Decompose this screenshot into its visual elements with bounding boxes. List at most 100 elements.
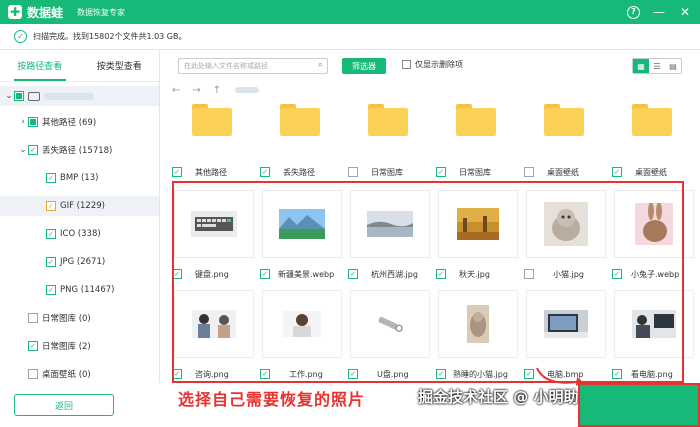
image-thumbnail xyxy=(350,190,430,258)
image-file-item[interactable]: ✓ 杭州西湖.jpg xyxy=(348,190,434,284)
image-thumbnail xyxy=(614,290,694,358)
tree-item-label: 其他路径 (69) xyxy=(42,118,97,128)
checkbox[interactable]: ✓ xyxy=(260,269,270,279)
checkbox[interactable]: ✓ xyxy=(46,201,56,211)
search-icon[interactable]: ⌕ xyxy=(318,60,323,70)
image-file-item[interactable]: ✓ U盘.png xyxy=(348,290,434,384)
image-file-item[interactable]: ✓ 新疆美景.webp xyxy=(260,190,346,284)
tree-item-bmp[interactable]: ✓ BMP (13) xyxy=(46,168,98,188)
checkbox[interactable]: ✓ xyxy=(260,167,270,177)
only-deleted-toggle[interactable]: 仅显示删除项 xyxy=(402,59,463,70)
tree-item-label: 桌面壁纸 (0) xyxy=(42,370,91,380)
search-input[interactable]: 在此处输入文件名称或路径 ⌕ xyxy=(178,58,328,74)
image-file-item[interactable]: ✓ 熟睡的小猫.jpg xyxy=(436,290,522,384)
sidebar: 按路径查看 按类型查看 ⌄ › 其他路径 (69) ⌄ ✓ 丢失路径 (1571… xyxy=(0,50,160,383)
checkbox[interactable]: ✓ xyxy=(260,369,270,379)
checkbox[interactable]: ✓ xyxy=(172,369,182,379)
sleeping-kitten-thumbnail xyxy=(467,305,489,343)
checkbox[interactable] xyxy=(402,60,411,69)
checkbox[interactable] xyxy=(524,167,534,177)
sidebar-bottom: 返回 xyxy=(0,383,160,427)
image-file-item[interactable]: ✓ 键盘.png xyxy=(172,190,258,284)
detail-view-icon[interactable]: ▤ xyxy=(665,59,681,73)
folder-item[interactable]: 日常图库 xyxy=(348,100,434,180)
image-thumbnail xyxy=(174,290,254,358)
tree-item-daily-2[interactable]: ✓ 日常图库 (2) xyxy=(28,336,91,356)
image-thumbnail xyxy=(614,190,694,258)
recover-button[interactable] xyxy=(578,383,700,427)
folder-item[interactable]: ✓ 日常图库 xyxy=(436,100,522,180)
back-arrow-icon[interactable]: ← xyxy=(172,85,180,96)
checkbox[interactable]: ✓ xyxy=(46,173,56,183)
file-name: 工作.png xyxy=(289,369,323,379)
grid-view-icon[interactable]: ▦ xyxy=(633,59,649,73)
tree-item-daily-0[interactable]: 日常图库 (0) xyxy=(28,308,91,328)
checkbox[interactable]: ✓ xyxy=(436,369,446,379)
checkbox[interactable]: ✓ xyxy=(612,167,622,177)
root-checkbox[interactable] xyxy=(14,91,24,101)
tree-item-lost[interactable]: ⌄ ✓ 丢失路径 (15718) xyxy=(18,140,112,160)
checkbox[interactable] xyxy=(28,369,38,379)
checkbox[interactable]: ✓ xyxy=(28,145,38,155)
tree-item-gif[interactable]: ✓ GIF (1229) xyxy=(0,196,159,216)
close-icon[interactable]: ✕ xyxy=(678,5,692,19)
breadcrumb xyxy=(235,87,260,93)
tree-item-ico[interactable]: ✓ ICO (338) xyxy=(46,224,101,244)
image-file-item[interactable]: ✓ 秋天.jpg xyxy=(436,190,522,284)
folder-icon xyxy=(280,104,320,136)
chevron-down-icon[interactable]: ⌄ xyxy=(18,145,28,155)
up-arrow-icon[interactable]: ↑ xyxy=(213,85,221,96)
checkbox[interactable]: ✓ xyxy=(172,269,182,279)
search-placeholder: 在此处输入文件名称或路径 xyxy=(184,62,268,70)
help-icon[interactable]: ? xyxy=(627,5,640,19)
checkbox[interactable]: ✓ xyxy=(46,257,56,267)
folder-item[interactable]: ✓ 桌面壁纸 xyxy=(612,100,698,180)
folder-icon xyxy=(456,104,496,136)
checkbox[interactable]: ✓ xyxy=(348,269,358,279)
checkbox[interactable]: ✓ xyxy=(46,229,56,239)
image-file-item[interactable]: ✓ 咨询.png xyxy=(172,290,258,384)
image-file-item[interactable]: ✓ 小兔子.webp xyxy=(612,190,698,284)
folder-item[interactable]: ✓ 其他路径 xyxy=(172,100,258,180)
folder-item[interactable]: 桌面壁纸 xyxy=(524,100,610,180)
checkbox[interactable] xyxy=(348,167,358,177)
checkbox[interactable]: ✓ xyxy=(28,341,38,351)
chevron-down-icon[interactable]: ⌄ xyxy=(4,91,14,101)
filter-button[interactable]: 筛选器 xyxy=(342,58,386,74)
image-thumbnail xyxy=(262,290,342,358)
checkbox[interactable]: ✓ xyxy=(172,167,182,177)
checkbox[interactable]: ✓ xyxy=(436,167,446,177)
image-file-item[interactable]: ✓ 工作.png xyxy=(260,290,346,384)
folder-label: 其他路径 xyxy=(195,167,227,177)
view-switcher: ▦ ☰ ▤ xyxy=(632,58,682,74)
checkbox[interactable]: ✓ xyxy=(46,285,56,295)
checkbox[interactable]: ✓ xyxy=(612,369,622,379)
checkbox[interactable] xyxy=(28,117,38,127)
tree-item-jpg[interactable]: ✓ JPG (2671) xyxy=(46,252,105,272)
back-button[interactable]: 返回 xyxy=(14,394,114,416)
forward-arrow-icon[interactable]: → xyxy=(192,85,200,96)
checkbox[interactable] xyxy=(524,269,534,279)
checkbox[interactable] xyxy=(28,313,38,323)
folder-item[interactable]: ✓ 丢失路径 xyxy=(260,100,346,180)
minimize-icon[interactable]: — xyxy=(652,5,666,19)
checkbox[interactable]: ✓ xyxy=(612,269,622,279)
scan-status-bar: ✓ 扫描完成。找到15802个文件共1.03 GB。 xyxy=(0,24,700,50)
checkbox[interactable]: ✓ xyxy=(524,369,534,379)
tab-by-path[interactable]: 按路径查看 xyxy=(0,50,80,81)
image-file-item[interactable]: 小猫.jpg xyxy=(524,190,610,284)
tree-item-png[interactable]: ✓ PNG (11467) xyxy=(46,280,114,300)
tree-item-label: GIF (1229) xyxy=(60,201,105,211)
tree-item-other[interactable]: › 其他路径 (69) xyxy=(18,112,96,132)
usb-thumbnail xyxy=(370,312,410,336)
check-circle-icon: ✓ xyxy=(14,30,27,43)
tab-by-type[interactable]: 按类型查看 xyxy=(80,50,160,81)
tree-item-wallpaper[interactable]: 桌面壁纸 (0) xyxy=(28,364,91,384)
image-file-item[interactable]: ✓ 看电脑.png xyxy=(612,290,698,384)
checkbox[interactable]: ✓ xyxy=(436,269,446,279)
checkbox[interactable]: ✓ xyxy=(348,369,358,379)
tree-root[interactable]: ⌄ xyxy=(0,86,159,106)
consulting-thumbnail xyxy=(192,310,236,338)
list-view-icon[interactable]: ☰ xyxy=(649,59,665,73)
chevron-right-icon[interactable]: › xyxy=(18,117,28,127)
